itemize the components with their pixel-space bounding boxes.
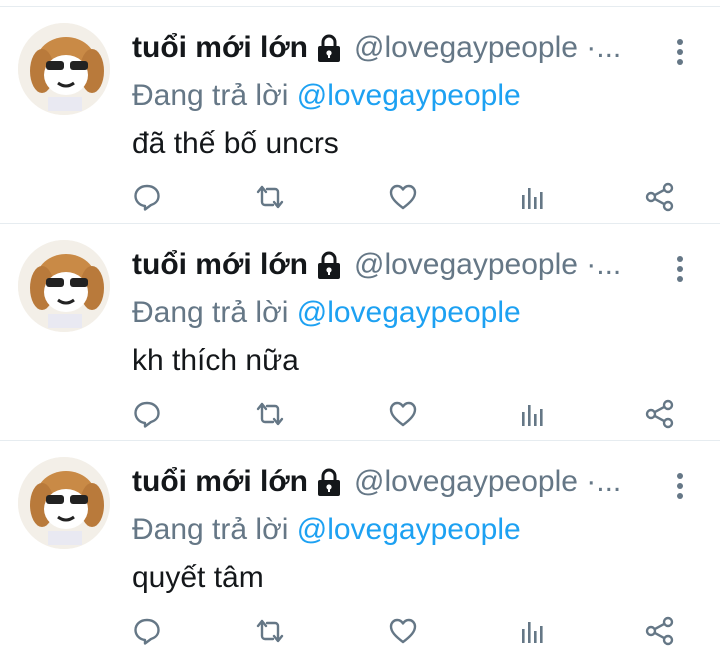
share-icon[interactable]: [640, 175, 680, 219]
replying-to: Đang trả lời @lovegaypeople: [132, 293, 521, 333]
tweet-header: tuổi mới lớn @lovegaypeople ·...: [132, 28, 652, 68]
avatar[interactable]: [18, 457, 110, 549]
tweet-actions: [0, 175, 720, 219]
tweet-text: quyết tâm: [132, 561, 264, 594]
reply-prefix: Đang trả lời: [132, 79, 289, 112]
heart-icon[interactable]: [383, 175, 423, 219]
display-name[interactable]: tuổi mới lớn: [132, 462, 308, 502]
reply-icon[interactable]: [127, 609, 167, 653]
lock-icon: [316, 467, 342, 497]
share-icon[interactable]: [640, 609, 680, 653]
avatar[interactable]: [18, 240, 110, 332]
lock-icon: [316, 33, 342, 63]
display-name[interactable]: tuổi mới lớn: [132, 245, 308, 285]
reply-to-handle[interactable]: @lovegaypeople: [297, 79, 521, 112]
more-vertical-icon[interactable]: [670, 254, 690, 284]
tweet-text: kh thích nữa: [132, 344, 299, 377]
heart-icon[interactable]: [383, 392, 423, 436]
tweet-header: tuổi mới lớn @lovegaypeople ·...: [132, 245, 652, 285]
heart-icon[interactable]: [383, 609, 423, 653]
reply-prefix: Đang trả lời: [132, 513, 289, 546]
analytics-icon[interactable]: [512, 175, 552, 219]
tweet[interactable]: tuổi mới lớn @lovegaypeople ·... Đang tr…: [0, 223, 720, 439]
reply-icon[interactable]: [127, 175, 167, 219]
retweet-icon[interactable]: [250, 392, 290, 436]
tweet-actions: [0, 392, 720, 436]
replying-to: Đang trả lời @lovegaypeople: [132, 76, 521, 116]
lock-icon: [316, 250, 342, 280]
tweet-text: đã thế bố uncrs: [132, 127, 339, 160]
replying-to: Đang trả lời @lovegaypeople: [132, 510, 521, 550]
tweet[interactable]: tuổi mới lớn @lovegaypeople ·... Đang tr…: [0, 6, 720, 222]
reply-icon[interactable]: [127, 392, 167, 436]
more-vertical-icon[interactable]: [670, 471, 690, 501]
more-vertical-icon[interactable]: [670, 37, 690, 67]
share-icon[interactable]: [640, 392, 680, 436]
tweet-actions: [0, 609, 720, 653]
user-handle[interactable]: @lovegaypeople ·...: [354, 28, 621, 68]
reply-to-handle[interactable]: @lovegaypeople: [297, 513, 521, 546]
analytics-icon[interactable]: [512, 609, 552, 653]
user-handle[interactable]: @lovegaypeople ·...: [354, 245, 621, 285]
display-name[interactable]: tuổi mới lớn: [132, 28, 308, 68]
retweet-icon[interactable]: [250, 609, 290, 653]
analytics-icon[interactable]: [512, 392, 552, 436]
tweet-header: tuổi mới lớn @lovegaypeople ·...: [132, 462, 652, 502]
tweet[interactable]: tuổi mới lớn @lovegaypeople ·... Đang tr…: [0, 440, 720, 656]
reply-prefix: Đang trả lời: [132, 296, 289, 329]
reply-to-handle[interactable]: @lovegaypeople: [297, 296, 521, 329]
avatar[interactable]: [18, 23, 110, 115]
tweet-feed: tuổi mới lớn @lovegaypeople ·... Đang tr…: [0, 0, 720, 657]
user-handle[interactable]: @lovegaypeople ·...: [354, 462, 621, 502]
retweet-icon[interactable]: [250, 175, 290, 219]
